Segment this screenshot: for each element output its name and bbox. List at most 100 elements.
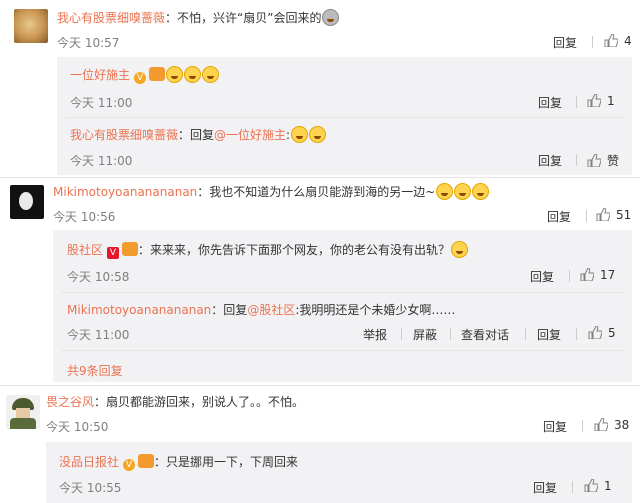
- username[interactable]: 我心有股票细嗅蔷薇: [70, 128, 178, 142]
- reply-line: Mikimotoyoananananan：回复@股社区:我明明还是个未婚少女啊……: [67, 301, 455, 318]
- divider: [576, 154, 577, 166]
- comment-text: ：扇贝都能游回来，别说人了。。不怕。: [94, 395, 305, 409]
- block-button[interactable]: 屏蔽: [413, 326, 437, 343]
- mention-link[interactable]: @一位好施主: [214, 128, 286, 142]
- like-button[interactable]: 38: [594, 418, 629, 432]
- avatar[interactable]: [14, 9, 48, 43]
- reply-button[interactable]: 回复: [533, 479, 557, 496]
- thumbs-up-icon: [587, 94, 601, 107]
- laughing-face-icon: [184, 66, 202, 83]
- comment-text: :我明明还是个未婚少女啊……: [295, 303, 456, 317]
- divider: [0, 385, 640, 386]
- divider: [525, 328, 526, 340]
- like-count: 5: [608, 326, 616, 340]
- reply-button[interactable]: 回复: [547, 208, 571, 225]
- thumbs-up-icon: [596, 208, 610, 221]
- divider: [0, 177, 640, 178]
- comment-text: ：来来来，你先告诉下面那个网友，你的老公有没有出轨？: [138, 243, 451, 257]
- like-count: 1: [607, 94, 615, 108]
- avatar[interactable]: [10, 185, 44, 219]
- reply-line: 我心有股票细嗅蔷薇：回复@一位好施主:: [70, 126, 327, 143]
- timestamp: 今天 10:55: [59, 481, 122, 495]
- divider: [576, 96, 577, 108]
- comment-line: Mikimotoyoananananan：我也不知道为什么扇贝能游到海的另一边~: [53, 183, 490, 200]
- member-badge-icon: [122, 242, 139, 256]
- like-button[interactable]: 1: [587, 94, 615, 108]
- avatar[interactable]: [6, 395, 40, 429]
- comment-text: :: [286, 128, 291, 142]
- username[interactable]: 没品日报社: [59, 455, 119, 469]
- like-button[interactable]: 51: [596, 208, 631, 222]
- thumbs-up-icon: [604, 34, 618, 47]
- verified-v-icon: V: [123, 459, 136, 471]
- laughing-face-icon: [322, 9, 340, 26]
- reply-button[interactable]: 回复: [538, 152, 562, 169]
- timestamp: 今天 11:00: [67, 328, 130, 342]
- divider: [592, 36, 593, 48]
- thumbs-up-icon: [580, 268, 594, 281]
- comment-text: ：我也不知道为什么扇贝能游到海的另一边~: [197, 185, 436, 199]
- divider: [61, 292, 626, 293]
- reply-button[interactable]: 回复: [553, 34, 577, 51]
- like-button[interactable]: 1: [584, 479, 612, 493]
- timestamp: 今天 11:00: [70, 96, 133, 110]
- username[interactable]: 股社区: [67, 243, 103, 257]
- member-badge-icon: [138, 454, 155, 468]
- comment-text: ：不怕，兴许“扇贝”会回来的: [165, 11, 322, 25]
- like-count: 38: [614, 418, 630, 432]
- more-replies-link[interactable]: 共9条回复: [67, 362, 123, 379]
- thumbs-up-icon: [588, 326, 602, 339]
- laughing-face-icon: [451, 241, 469, 258]
- comment-text: ：只是挪用一下，下周回来: [154, 455, 299, 469]
- reply-line: 一位好施主 V: [70, 66, 220, 84]
- divider: [450, 328, 451, 340]
- divider: [65, 117, 625, 118]
- divider: [582, 420, 583, 432]
- username[interactable]: Mikimotoyoananananan: [67, 303, 211, 317]
- timestamp: 今天 10:57: [57, 36, 120, 50]
- like-button[interactable]: 赞: [587, 152, 619, 169]
- verified-v-icon: V: [134, 72, 147, 84]
- like-button[interactable]: 17: [580, 268, 615, 282]
- laughing-face-icon: [454, 183, 472, 200]
- thumbs-up-icon: [594, 418, 608, 431]
- divider: [572, 481, 573, 493]
- reply-line: 股社区 V ：来来来，你先告诉下面那个网友，你的老公有没有出轨？: [67, 241, 469, 259]
- member-badge-icon: [149, 67, 166, 81]
- timestamp: 今天 10:58: [67, 270, 130, 284]
- reply-button[interactable]: 回复: [538, 94, 562, 111]
- comment-text: ：回复: [178, 128, 215, 142]
- laughing-face-icon: [436, 183, 454, 200]
- like-count: 1: [604, 479, 612, 493]
- divider: [401, 328, 402, 340]
- verified-v-icon: V: [107, 247, 120, 259]
- comment-text: ：回复: [211, 303, 248, 317]
- like-button[interactable]: 4: [604, 34, 632, 48]
- reply-button[interactable]: 回复: [543, 418, 567, 435]
- divider: [569, 270, 570, 282]
- report-button[interactable]: 举报: [363, 326, 387, 343]
- username[interactable]: 我心有股票细嗅蔷薇: [57, 11, 165, 25]
- divider: [61, 350, 626, 351]
- laughing-face-icon: [202, 66, 220, 83]
- reply-button[interactable]: 回复: [530, 268, 554, 285]
- like-button[interactable]: 5: [588, 326, 616, 340]
- mention-link[interactable]: @股社区: [247, 303, 295, 317]
- like-count: 4: [624, 34, 632, 48]
- thumbs-up-icon: [587, 154, 601, 167]
- thumbs-up-icon: [584, 479, 598, 492]
- comment-line: 我心有股票细嗅蔷薇：不怕，兴许“扇贝”会回来的: [57, 9, 340, 26]
- timestamp: 今天 10:56: [53, 210, 116, 224]
- like-count: 51: [616, 208, 632, 222]
- view-conversation-button[interactable]: 查看对话: [461, 326, 509, 343]
- username[interactable]: 畏之谷风: [46, 395, 94, 409]
- username[interactable]: 一位好施主: [70, 68, 130, 82]
- reply-button[interactable]: 回复: [537, 326, 561, 343]
- timestamp: 今天 10:50: [46, 420, 109, 434]
- laughing-face-icon: [309, 126, 327, 143]
- like-count: 17: [600, 268, 616, 282]
- laughing-face-icon: [291, 126, 309, 143]
- reply-line: 没品日报社 V ：只是挪用一下，下周回来: [59, 453, 298, 471]
- divider: [576, 328, 577, 340]
- username[interactable]: Mikimotoyoananananan: [53, 185, 197, 199]
